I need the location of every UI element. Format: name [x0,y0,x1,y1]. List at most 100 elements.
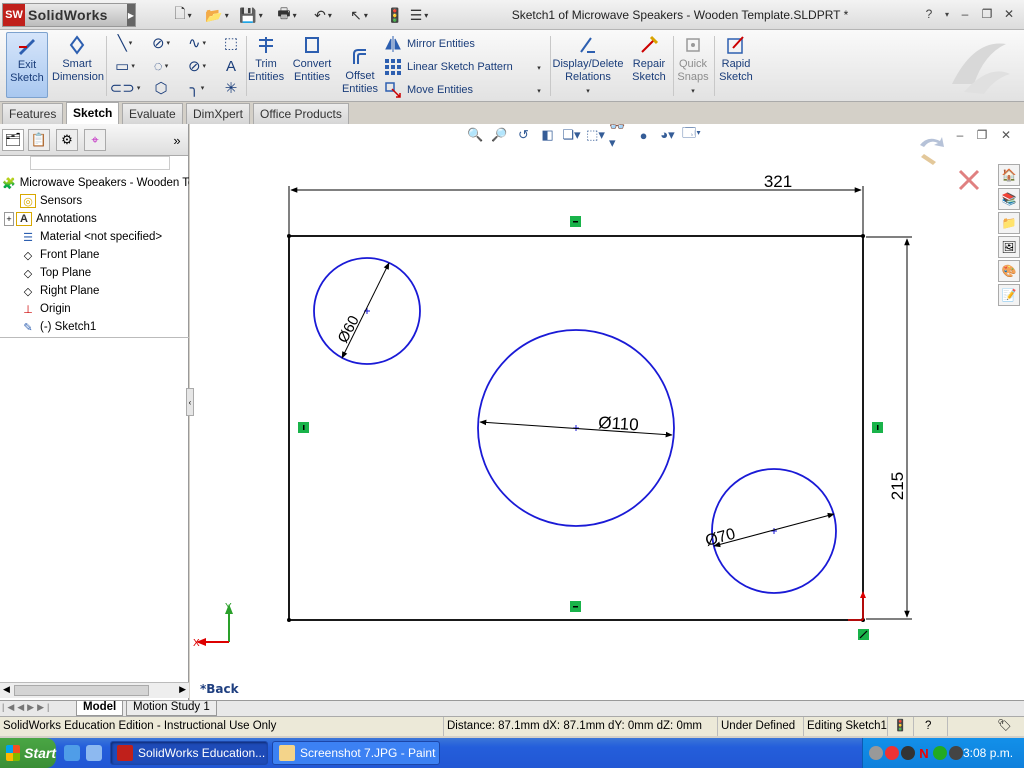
graphics-minimize-button[interactable]: – [952,128,968,142]
tab-scroll-arrows-icon[interactable]: |◀◀▶▶| [2,702,52,713]
relations-dropdown-icon[interactable]: ▾ [586,88,590,95]
restore-button[interactable]: ❐ [978,6,996,22]
rebuild-status-icon[interactable]: 🚦 [890,717,914,736]
sketch-circle-center[interactable]: Ø110 [477,329,675,527]
panel-collapse-handle[interactable]: ‹ [186,388,194,416]
tab-model[interactable]: Model [76,701,124,716]
line-tool-icon[interactable]: ╲ ▾ [110,33,140,53]
trim-entities-button[interactable]: Trim Entities [248,32,284,98]
minimize-button[interactable]: – [956,6,974,22]
tree-root-part[interactable]: 🧩 Microwave Speakers - Wooden Template [0,174,189,192]
taskbar-solidworks-button[interactable]: SolidWorks Education... [110,741,268,765]
graphics-area[interactable]: 321 215 Ø60 Ø110 Ø70 Y X 🔍 🔎 ↺ ◧ ❏▾ ⬚▾ 👓… [190,124,1024,700]
configurationmanager-tab-icon[interactable]: ⚙ [56,129,78,151]
dimension-width-value[interactable]: 321 [764,172,792,191]
zoom-to-fit-icon[interactable]: 🔍 [465,126,486,144]
view-orientation-icon[interactable]: ❏▾ [561,126,582,144]
move-dropdown-icon[interactable]: ▾ [530,81,546,101]
linear-sketch-pattern-button[interactable]: Linear Sketch Pattern [384,56,513,78]
tree-item-right-plane[interactable]: ◇ Right Plane [0,282,189,300]
pattern-dropdown-icon[interactable]: ▾ [530,58,546,78]
volume-icon[interactable] [901,746,915,760]
security-icon[interactable] [885,746,899,760]
confirmation-corner[interactable] [920,137,980,191]
edit-appearance-icon[interactable]: ● [633,126,654,144]
tree-filter-input[interactable] [30,156,170,170]
tab-motion-study[interactable]: Motion Study 1 [126,701,217,716]
scrollbar-thumb[interactable] [14,685,149,696]
construction-geometry-icon[interactable]: ⬚ [216,33,246,53]
propertymanager-tab-icon[interactable]: 📋 [28,129,50,151]
featuremanager-tab-icon[interactable]: 🗂 [2,129,24,151]
more-tabs-icon[interactable]: » [166,129,188,151]
start-button[interactable]: Start [0,738,56,768]
dimension-circle-center-value[interactable]: Ø110 [598,413,639,434]
smart-dimension-button[interactable]: Smart Dimension [52,32,104,98]
spline-tool-icon[interactable]: ∿ ▾ [182,33,212,53]
options-icon[interactable]: ☰ ▾ [404,5,434,25]
rectangle-tool-icon[interactable]: ▭ ▾ [110,56,140,76]
text-tool-icon[interactable]: A [216,56,246,76]
norton-icon[interactable]: N [917,746,931,761]
tree-item-top-plane[interactable]: ◇ Top Plane [0,264,189,282]
hide-show-items-icon[interactable]: 👓▾ [609,124,630,150]
network-icon[interactable] [869,746,883,760]
internet-explorer-icon[interactable] [64,745,80,761]
tree-item-sensors[interactable]: ◎ Sensors [0,192,189,210]
file-explorer-icon[interactable]: 📁 [998,212,1020,234]
taskbar-paint-button[interactable]: Screenshot 7.JPG - Paint [272,741,440,765]
print-icon[interactable]: 🖶 ▾ [272,5,302,25]
tree-item-origin[interactable]: ⊥ Origin [0,300,189,318]
centerpoint-arc-icon[interactable]: ◌ ▾ [146,56,176,76]
move-entities-button[interactable]: Move Entities [384,79,473,101]
help-icon[interactable]: ? [920,6,938,22]
save-icon[interactable]: 💾 ▾ [236,5,266,25]
tree-item-front-plane[interactable]: ◇ Front Plane [0,246,189,264]
centerline-tool-icon[interactable]: ╮ ▾ [182,78,212,98]
view-settings-icon[interactable]: 🗔▾ [681,125,702,144]
tab-features[interactable]: Features [2,103,64,124]
convert-entities-button[interactable]: Convert Entities [290,32,334,98]
circle-tool-icon[interactable]: ⊘ ▾ [146,33,176,53]
close-button[interactable]: ✕ [1000,6,1018,22]
previous-view-icon[interactable]: ↺ [513,126,534,144]
expand-toggle-icon[interactable]: + [4,212,14,226]
quick-snaps-dropdown-icon[interactable]: ▾ [691,88,695,95]
exit-sketch-button[interactable]: Exit Sketch [6,32,48,98]
info-icon[interactable] [933,746,947,760]
section-view-icon[interactable]: ◧ [537,126,558,144]
tab-dimxpert[interactable]: DimXpert [186,103,251,124]
offset-entities-button[interactable]: Offset Entities [340,44,380,110]
solidworks-resources-icon[interactable]: 🏠 [998,164,1020,186]
select-pointer-icon[interactable]: ↖ ▾ [344,5,374,25]
tree-item-sketch1[interactable]: ✎ (-) Sketch1 [0,318,189,336]
tree-item-annotations[interactable]: + A Annotations [0,210,189,228]
graphics-close-button[interactable]: ✕ [998,128,1014,142]
slot-tool-icon[interactable]: ⊂⊃ ▾ [110,78,141,98]
sketch-canvas[interactable]: 321 215 Ø60 Ø110 Ø70 Y X [190,124,1024,700]
apply-scene-icon[interactable]: ◕▾ [657,126,678,144]
display-delete-relations-button[interactable]: Display/Delete Relations ▾ [552,32,624,98]
dimension-circle-right-value[interactable]: Ø70 [704,526,738,550]
appearances-scenes-icon[interactable]: 🎨 [998,260,1020,282]
mirror-entities-button[interactable]: Mirror Entities [384,33,475,55]
quick-launch-icon[interactable] [86,745,102,761]
horizontal-scrollbar[interactable]: ◀ ▶ [0,682,189,698]
help-dropdown-icon[interactable]: ▾ [938,6,956,22]
view-palette-icon[interactable]: 🖼 [998,236,1020,258]
dimension-height-value[interactable]: 215 [888,472,907,500]
custom-properties-icon[interactable]: 📝 [998,284,1020,306]
dimxpertmanager-tab-icon[interactable]: ⌖ [84,129,106,151]
tab-office-products[interactable]: Office Products [253,103,349,124]
tab-sketch[interactable]: Sketch [66,102,120,124]
open-folder-icon[interactable]: 📂 ▾ [202,5,232,25]
undo-icon[interactable]: ↶ ▾ [308,5,338,25]
zoom-to-area-icon[interactable]: 🔎 [489,126,510,144]
relation-markers[interactable] [298,216,883,640]
quick-snaps-button[interactable]: Quick Snaps ▾ [674,32,712,98]
graphics-restore-button[interactable]: ❐ [974,128,990,142]
tree-item-material[interactable]: ☰ Material <not specified> [0,228,189,246]
polygon-tool-icon[interactable]: ⬡ [146,78,176,98]
solidworks-menu-button[interactable]: SW SolidWorks ▶ [2,3,136,27]
sketch-circle-right[interactable]: Ø70 [704,468,837,594]
